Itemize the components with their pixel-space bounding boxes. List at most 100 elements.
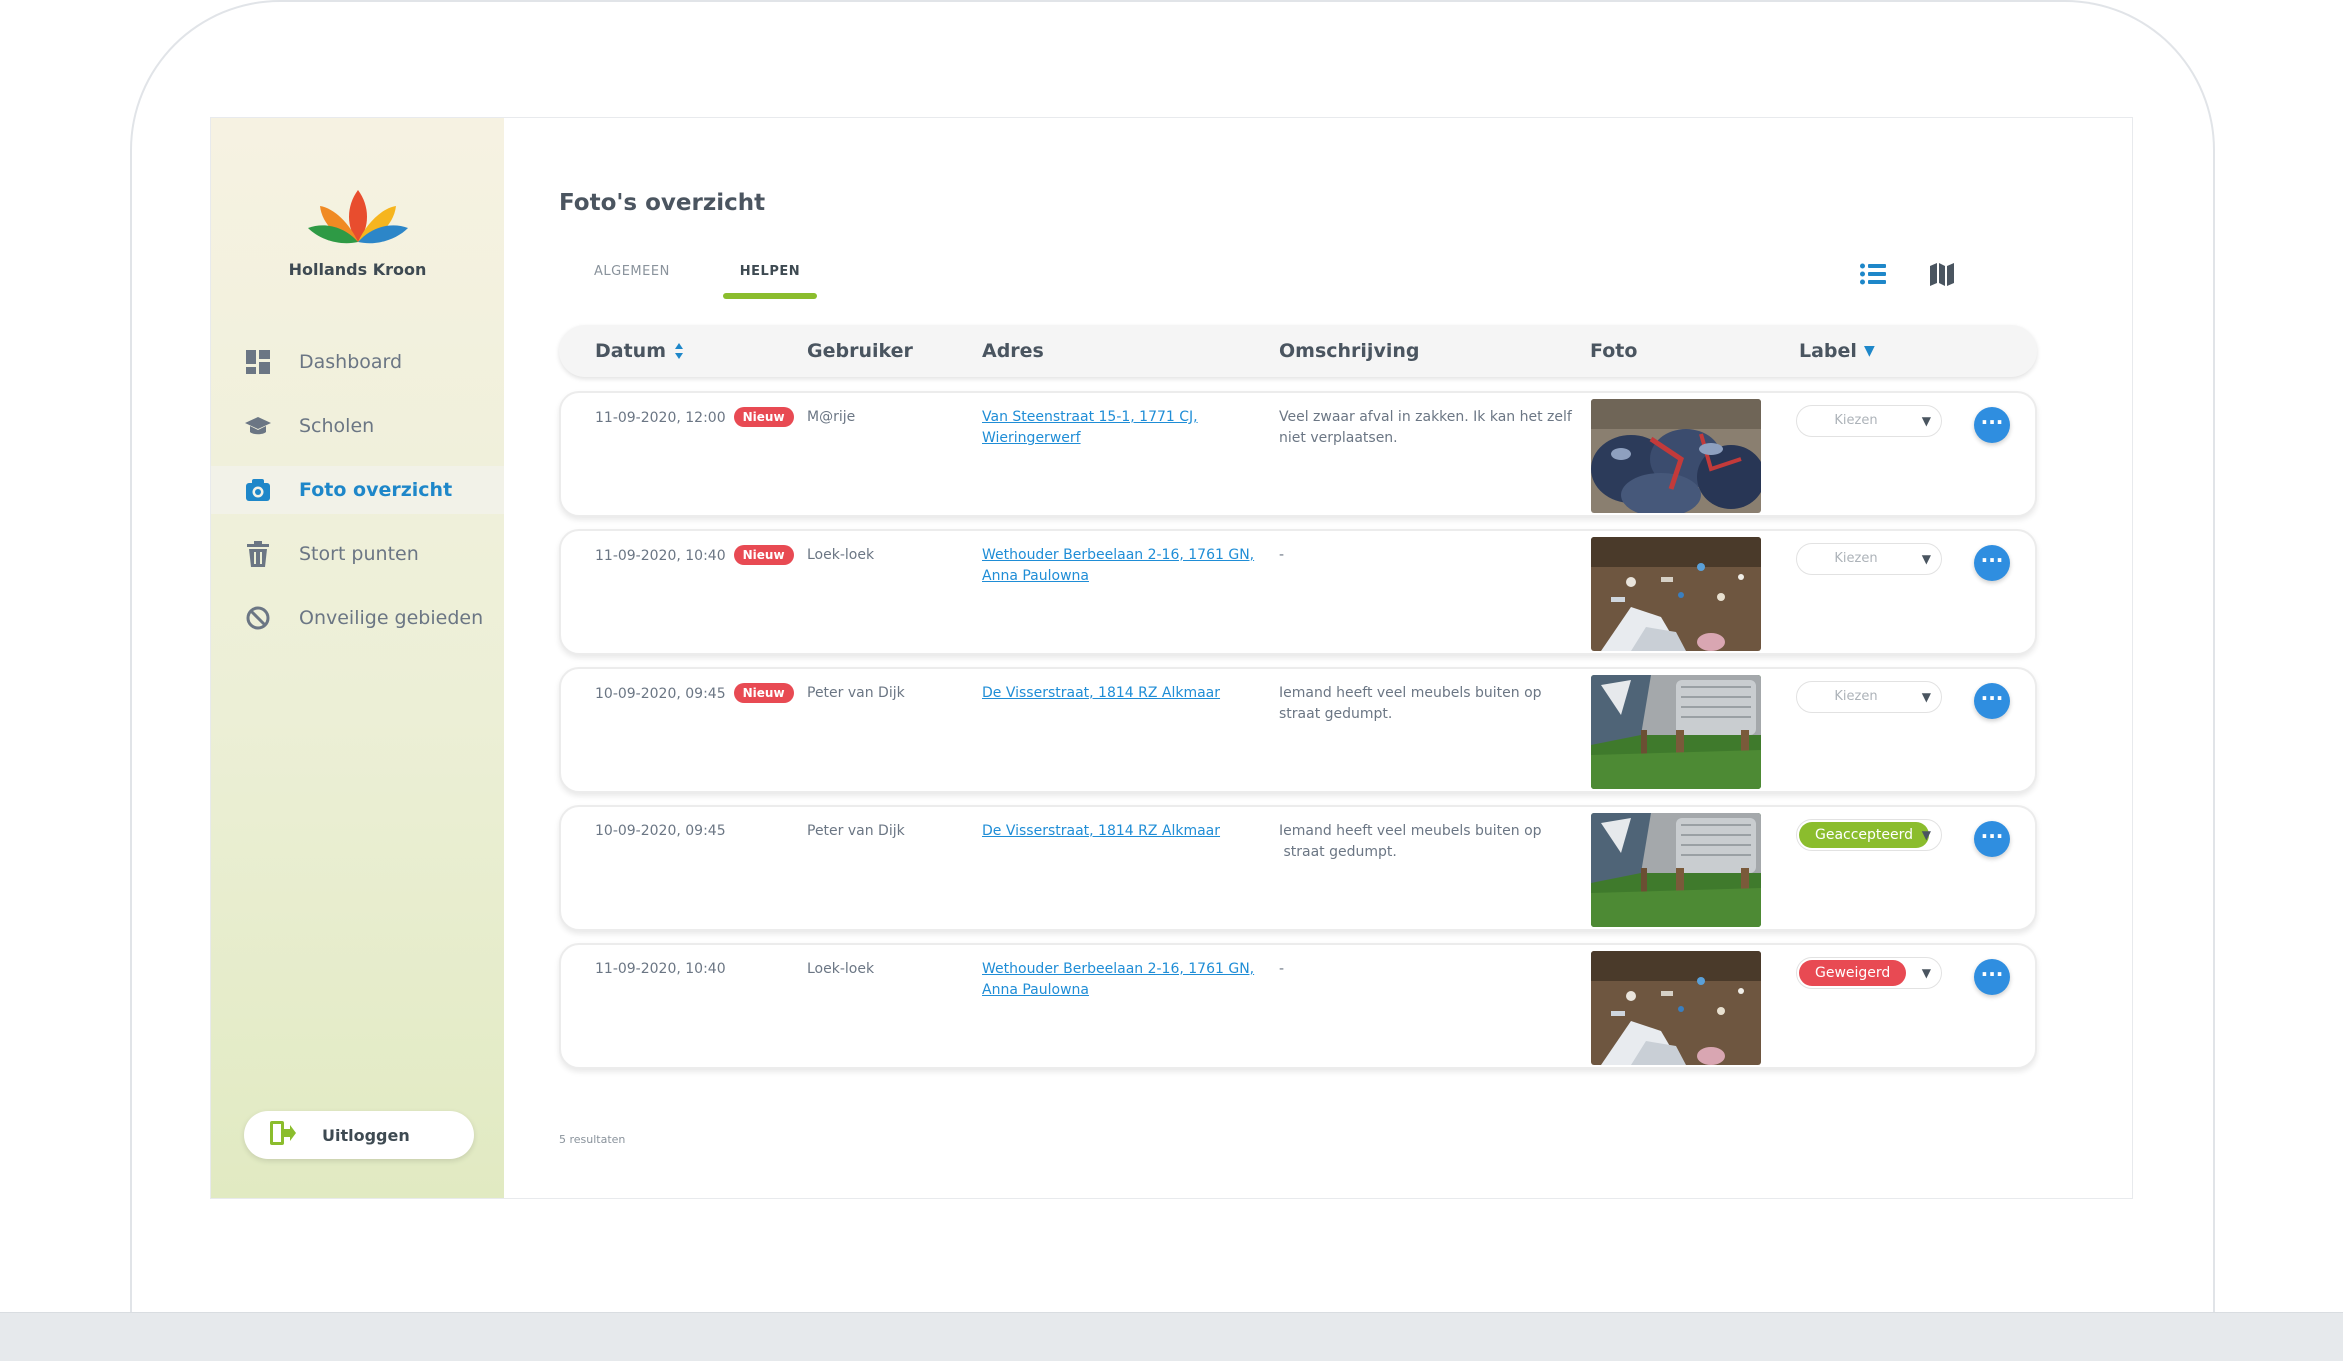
photo-table-body: 11-09-2020, 12:00 Nieuw M@rije Van Steens… — [559, 391, 2037, 1081]
new-badge: Nieuw — [733, 545, 794, 565]
column-header-datum[interactable]: Datum — [595, 325, 684, 377]
column-header-foto[interactable]: Foto — [1590, 325, 1637, 377]
table-row[interactable]: 11-09-2020, 12:00 Nieuw M@rije Van Steens… — [559, 391, 2037, 517]
trash-icon — [245, 541, 271, 567]
filter-caret-icon: ▼ — [1863, 343, 1875, 359]
address-link[interactable]: De Visserstraat, 1814 RZ Alkmaar — [982, 821, 1220, 842]
map-view-button[interactable] — [1924, 256, 1960, 292]
cell-address[interactable]: Van Steenstraat 15-1, 1771 CJ, Wieringer… — [982, 407, 1198, 449]
new-badge: Nieuw — [733, 683, 794, 703]
label-select-value: Kiezen — [1834, 689, 1878, 704]
address-link[interactable]: Anna Paulowna — [982, 980, 1254, 1001]
label-accepted-pill: Geaccepteerd — [1799, 822, 1930, 848]
photo-thumbnail[interactable] — [1591, 399, 1761, 513]
table-row[interactable]: 11-09-2020, 10:40 Nieuw Loek-loek Wethoud… — [559, 529, 2037, 655]
table-row[interactable]: 10-09-2020, 09:45 Peter van Dijk De Viss… — [559, 805, 2037, 931]
address-link[interactable]: Wethouder Berbeelaan 2-16, 1761 GN, — [982, 959, 1254, 980]
sidebar-item-label: Foto overzicht — [299, 479, 453, 501]
graduation-cap-icon — [245, 413, 271, 439]
sort-icon — [675, 343, 683, 359]
sidebar: Hollands Kroon Dashboard Scholen Foto ov… — [211, 118, 504, 1198]
cell-user: Peter van Dijk — [807, 823, 905, 839]
sidebar-item-onveilige-gebieden[interactable]: Onveilige gebieden — [211, 594, 504, 642]
more-options-button[interactable]: ··· — [1974, 407, 2010, 443]
photo-thumbnail[interactable] — [1591, 951, 1761, 1065]
main-content: Foto's overzicht ALGEMEEN HELPEN Datum G… — [504, 118, 2132, 1198]
cell-address[interactable]: Wethouder Berbeelaan 2-16, 1761 GN, Anna… — [982, 545, 1254, 587]
address-link[interactable]: Wieringerwerf — [982, 428, 1198, 449]
photo-thumbnail[interactable] — [1591, 675, 1761, 789]
column-header-omschrijving[interactable]: Omschrijving — [1279, 325, 1419, 377]
camera-icon — [245, 477, 271, 503]
table-header: Datum Gebruiker Adres Omschrijving Foto … — [559, 325, 2037, 377]
address-link[interactable]: Van Steenstraat 15-1, 1771 CJ, — [982, 407, 1198, 428]
logout-label: Uitloggen — [322, 1125, 410, 1145]
prohibited-icon — [245, 605, 271, 631]
map-view-icon — [1930, 263, 1954, 286]
address-link[interactable]: Anna Paulowna — [982, 566, 1254, 587]
tab-algemeen[interactable]: ALGEMEEN — [559, 264, 705, 300]
label-select-value: Kiezen — [1834, 413, 1878, 428]
chevron-down-icon: ▼ — [1921, 966, 1931, 980]
label-select[interactable]: Kiezen ▼ — [1796, 405, 1942, 437]
cell-date: 11-09-2020, 10:40 Nieuw — [595, 545, 794, 567]
address-link[interactable]: Wethouder Berbeelaan 2-16, 1761 GN, — [982, 545, 1254, 566]
sidebar-item-label: Onveilige gebieden — [299, 607, 484, 629]
label-select[interactable]: Geaccepteerd ▼ — [1796, 819, 1942, 851]
sidebar-item-label: Scholen — [299, 415, 375, 437]
table-row[interactable]: 10-09-2020, 09:45 Nieuw Peter van Dijk De… — [559, 667, 2037, 793]
app-window: Hollands Kroon Dashboard Scholen Foto ov… — [210, 117, 2133, 1199]
cell-address[interactable]: De Visserstraat, 1814 RZ Alkmaar — [982, 683, 1220, 704]
table-row[interactable]: 11-09-2020, 10:40 Loek-loek Wethouder Be… — [559, 943, 2037, 1069]
column-header-label[interactable]: Label ▼ — [1799, 325, 1875, 377]
cell-description: Iemand heeft veel meubels buiten op stra… — [1279, 685, 1542, 722]
photo-thumbnail[interactable] — [1591, 537, 1761, 651]
sidebar-item-dashboard[interactable]: Dashboard — [211, 338, 504, 386]
tab-helpen[interactable]: HELPEN — [705, 264, 835, 300]
sidebar-item-scholen[interactable]: Scholen — [211, 402, 504, 450]
results-count: 5 resultaten — [559, 1133, 626, 1146]
chevron-down-icon: ▼ — [1921, 552, 1931, 566]
cell-description: Iemand heeft veel meubels buiten op stra… — [1279, 823, 1542, 860]
more-options-button[interactable]: ··· — [1974, 821, 2010, 857]
cell-address[interactable]: Wethouder Berbeelaan 2-16, 1761 GN, Anna… — [982, 959, 1254, 1001]
cell-description: - — [1279, 547, 1285, 563]
cell-user: Loek-loek — [807, 961, 875, 977]
page-title: Foto's overzicht — [559, 190, 766, 216]
chevron-down-icon: ▼ — [1921, 828, 1931, 842]
lotus-logo-icon — [307, 190, 408, 244]
dashboard-icon — [245, 349, 271, 375]
cell-user: Loek-loek — [807, 547, 875, 563]
tab-bar: ALGEMEEN HELPEN — [559, 264, 835, 300]
sidebar-nav: Dashboard Scholen Foto overzicht Stort p… — [211, 338, 504, 658]
cell-address[interactable]: De Visserstraat, 1814 RZ Alkmaar — [982, 821, 1220, 842]
column-header-gebruiker[interactable]: Gebruiker — [807, 325, 913, 377]
photo-thumbnail[interactable] — [1591, 813, 1761, 927]
label-rejected-pill: Geweigerd — [1799, 960, 1907, 986]
more-options-button[interactable]: ··· — [1974, 545, 2010, 581]
cell-description: Veel zwaar afval in zakken. Ik kan het z… — [1279, 409, 1572, 446]
logout-icon — [270, 1121, 296, 1149]
chevron-down-icon: ▼ — [1921, 414, 1931, 428]
list-view-button[interactable] — [1855, 256, 1891, 292]
cell-date: 10-09-2020, 09:45 — [595, 823, 726, 839]
sidebar-item-label: Stort punten — [299, 543, 419, 565]
sidebar-item-stort-punten[interactable]: Stort punten — [211, 530, 504, 578]
logout-button[interactable]: Uitloggen — [244, 1111, 474, 1159]
list-view-icon — [1860, 263, 1886, 285]
brand-name: Hollands Kroon — [288, 260, 427, 279]
sidebar-item-label: Dashboard — [299, 351, 403, 373]
sidebar-item-foto-overzicht[interactable]: Foto overzicht — [211, 466, 504, 514]
cell-date: 11-09-2020, 12:00 Nieuw — [595, 407, 794, 429]
more-options-button[interactable]: ··· — [1974, 683, 2010, 719]
brand-logo: Hollands Kroon — [211, 188, 504, 279]
label-select[interactable]: Geweigerd ▼ — [1796, 957, 1942, 989]
label-select[interactable]: Kiezen ▼ — [1796, 543, 1942, 575]
more-options-button[interactable]: ··· — [1974, 959, 2010, 995]
device-base — [0, 1312, 2343, 1361]
label-select[interactable]: Kiezen ▼ — [1796, 681, 1942, 713]
new-badge: Nieuw — [733, 407, 794, 427]
column-header-adres[interactable]: Adres — [982, 325, 1044, 377]
cell-date: 11-09-2020, 10:40 — [595, 961, 726, 977]
address-link[interactable]: De Visserstraat, 1814 RZ Alkmaar — [982, 683, 1220, 704]
